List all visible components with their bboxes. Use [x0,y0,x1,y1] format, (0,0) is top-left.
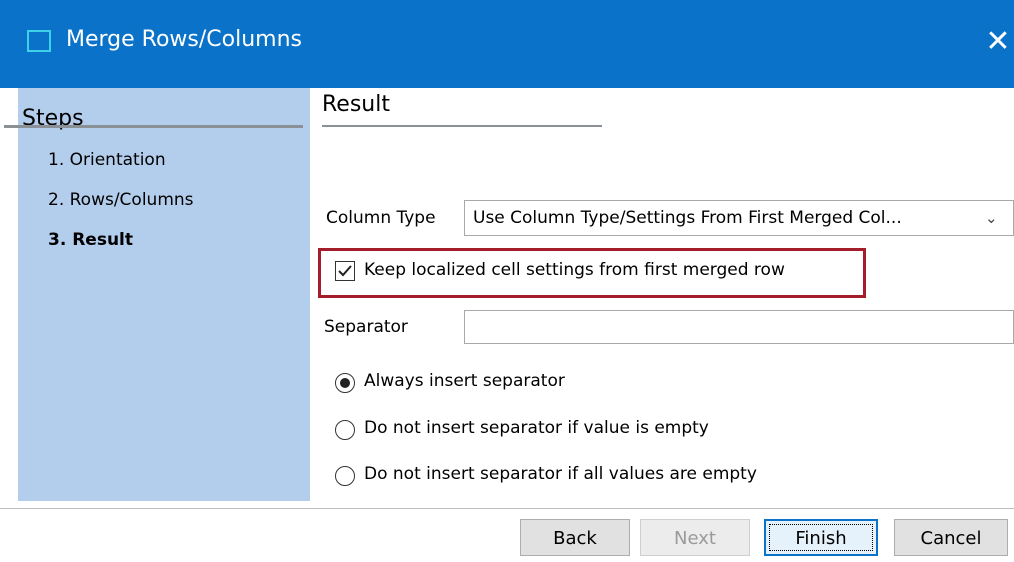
finish-button[interactable]: Finish [764,519,878,556]
column-type-label: Column Type [326,208,436,228]
window-title: Merge Rows/Columns [66,27,303,52]
finish-button-label: Finish [795,528,847,549]
window-icon [27,30,51,52]
keep-localized-checkbox[interactable] [335,261,355,281]
result-divider [322,125,602,127]
back-button-label: Back [553,528,597,549]
step-rows-columns: 2. Rows/Columns [48,190,194,210]
radio-not-if-value-empty[interactable] [335,420,355,440]
cancel-button-label: Cancel [920,528,982,549]
column-type-select[interactable]: Use Column Type/Settings From First Merg… [464,200,1014,236]
checkmark-icon [338,265,352,277]
radio-not-if-all-empty-label: Do not insert separator if all values ar… [364,464,757,484]
step-result: 3. Result [48,230,133,250]
footer-divider [0,508,1014,509]
step-orientation: 1. Orientation [48,150,166,170]
radio-selected-dot [340,378,350,388]
next-button[interactable]: Next [640,519,750,556]
radio-always-insert-label: Always insert separator [364,371,565,391]
separator-label: Separator [324,317,408,337]
close-icon[interactable]: ✕ [982,22,1014,62]
result-header: Result [322,92,390,117]
chevron-down-icon: ⌄ [985,209,998,227]
back-button[interactable]: Back [520,519,630,556]
next-button-label: Next [674,528,716,549]
separator-input[interactable] [464,310,1014,344]
steps-divider [4,125,303,128]
keep-localized-label: Keep localized cell settings from first … [364,260,785,280]
column-type-value: Use Column Type/Settings From First Merg… [473,208,902,228]
cancel-button[interactable]: Cancel [894,519,1008,556]
radio-always-insert[interactable] [335,373,355,393]
radio-not-if-value-empty-label: Do not insert separator if value is empt… [364,418,709,438]
title-bar: Merge Rows/Columns ✕ [0,0,1014,88]
radio-not-if-all-empty[interactable] [335,466,355,486]
